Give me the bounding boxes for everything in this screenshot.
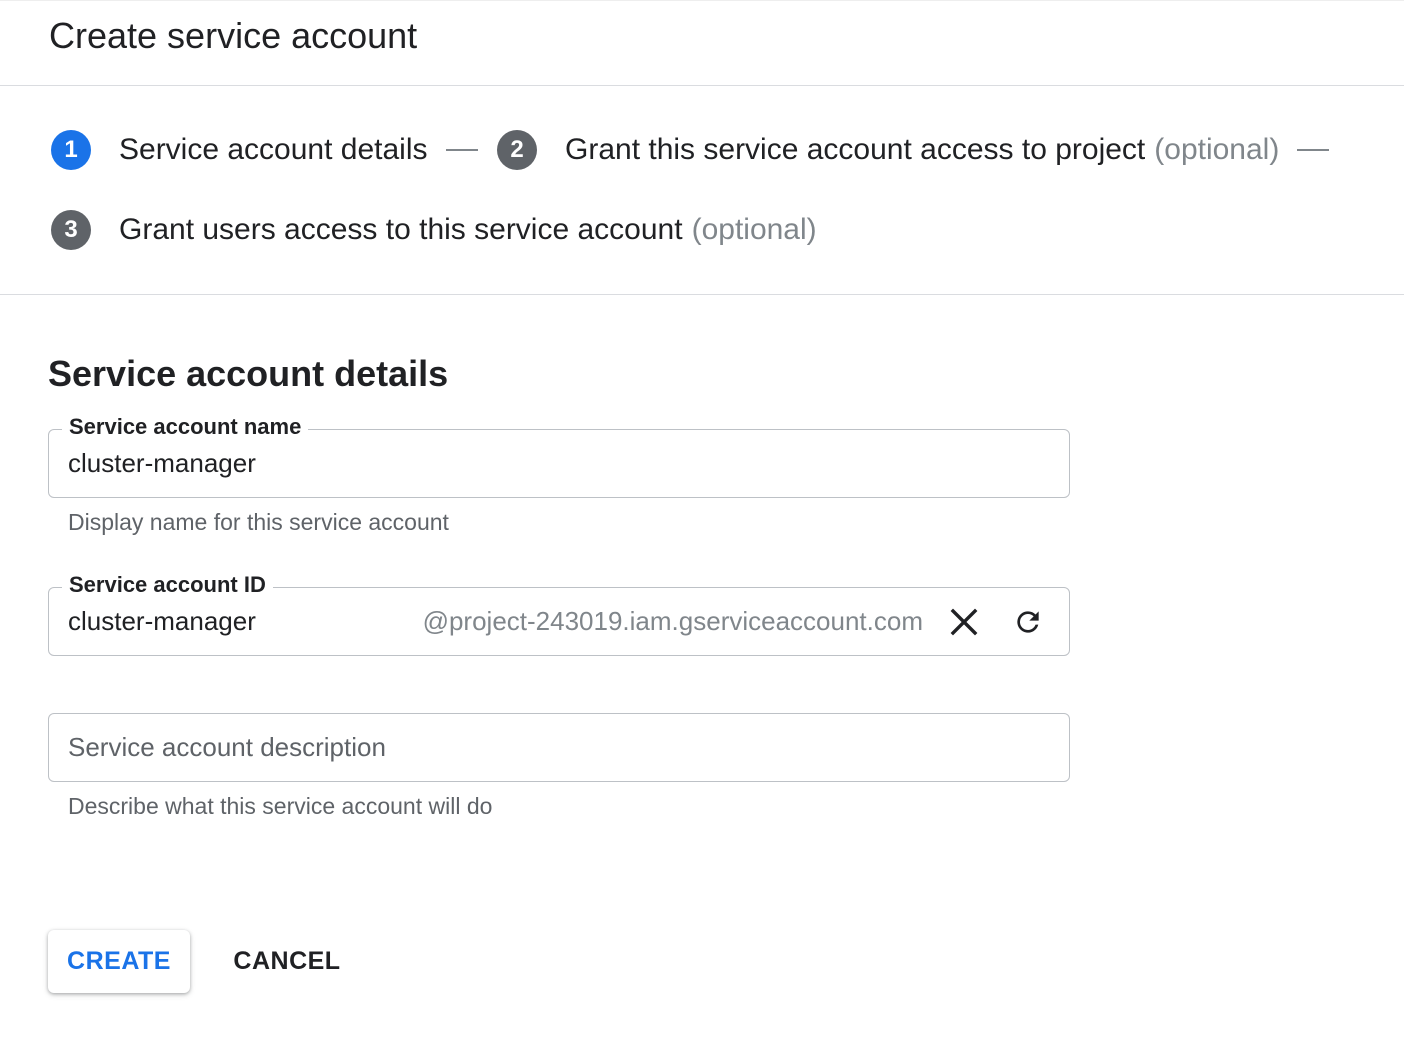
step-2-number: 2 xyxy=(497,130,537,170)
refresh-icon-glyph xyxy=(1017,611,1039,633)
section-title: Service account details xyxy=(48,353,449,394)
service-account-id-label: Service account ID xyxy=(62,570,273,600)
step-3-optional: (optional) xyxy=(691,213,817,246)
step-3-number: 3 xyxy=(51,210,91,250)
page-header: Create service account xyxy=(0,0,1404,86)
step-connector xyxy=(445,149,478,151)
step-2[interactable]: 2 Grant this service account access to p… xyxy=(497,130,1349,170)
step-3[interactable]: 3 Grant users access to this service acc… xyxy=(51,210,817,250)
close-icon[interactable] xyxy=(944,602,984,642)
step-2-optional: (optional) xyxy=(1154,133,1280,166)
step-2-label: Grant this service account access to pro… xyxy=(565,133,1146,166)
service-account-name-label: Service account name xyxy=(62,412,309,442)
service-account-name-input[interactable]: cluster-manager xyxy=(68,447,256,479)
service-account-id-suffix: @project-243019.iam.gserviceaccount.com xyxy=(422,606,923,636)
create-button[interactable]: CREATE xyxy=(48,930,190,993)
service-account-name-field[interactable]: Service account name cluster-manager xyxy=(48,412,1070,498)
page-title: Create service account xyxy=(49,15,418,56)
step-1-number: 1 xyxy=(51,130,91,170)
step-3-label: Grant users access to this service accou… xyxy=(119,213,683,246)
close-icon-glyph xyxy=(950,608,978,636)
step-connector xyxy=(1297,149,1330,151)
service-account-description-field[interactable]: Service account description xyxy=(48,713,1070,782)
service-account-name-hint: Display name for this service account xyxy=(68,509,449,535)
refresh-icon[interactable] xyxy=(1008,602,1048,642)
cancel-button[interactable]: CANCEL xyxy=(220,930,354,993)
service-account-id-input[interactable]: cluster-manager xyxy=(68,605,256,637)
service-account-description-input[interactable]: Service account description xyxy=(68,731,386,763)
service-account-id-field[interactable]: Service account ID cluster-manager @proj… xyxy=(48,570,1070,656)
step-1-label: Service account details xyxy=(119,133,428,166)
step-1[interactable]: 1 Service account details xyxy=(51,130,498,170)
service-account-description-hint: Describe what this service account will … xyxy=(68,793,493,819)
stepper: 1 Service account details 2 Grant this s… xyxy=(0,86,1404,295)
